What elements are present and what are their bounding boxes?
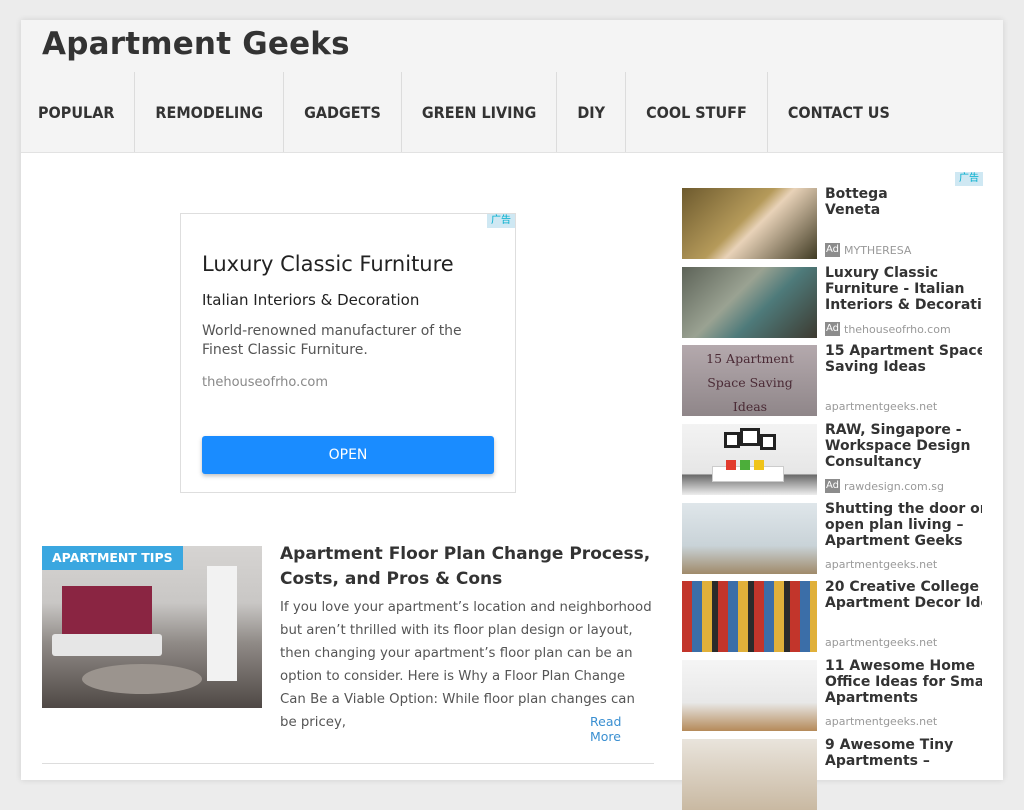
nav-contact-us[interactable]: CONTACT US	[768, 72, 910, 152]
source-text: rawdesign.com.sg	[844, 479, 944, 493]
thumb-sofa	[52, 634, 162, 656]
item-title[interactable]: Shutting the door on open plan living – …	[825, 501, 982, 549]
source-text: apartmentgeeks.net	[825, 715, 938, 728]
title-line: Apartments	[825, 690, 918, 706]
title-line: Workspace Design	[825, 438, 971, 454]
nav-remodeling[interactable]: REMODELING	[135, 72, 285, 152]
item-thumbnail[interactable]	[682, 660, 817, 731]
nav-gadgets[interactable]: GADGETS	[284, 72, 402, 152]
ad-tag: Ad	[825, 322, 840, 336]
item-thumbnail[interactable]	[682, 739, 817, 810]
item-title[interactable]: 11 Awesome Home Office Ideas for Sma Apa…	[825, 658, 982, 706]
item-thumbnail[interactable]	[682, 424, 817, 495]
main-ad[interactable]: 广告 Luxury Classic Furniture Italian Inte…	[180, 213, 516, 493]
item-source: apartmentgeeks.net	[825, 636, 937, 649]
thumb-pillow	[754, 460, 764, 470]
sidebar-item[interactable]: 15 Apartment Space Saving Ideas 15 Apart…	[682, 343, 982, 416]
ad-tag: Ad	[825, 243, 840, 257]
thumb-frame	[724, 432, 740, 448]
read-more-link[interactable]: Read More	[590, 714, 654, 744]
ad-url: thehouseofrho.com	[202, 375, 329, 390]
item-title[interactable]: 15 Apartment Space Saving Ideas	[825, 343, 982, 375]
title-line: Luxury Classic	[825, 265, 939, 281]
source-text: apartmentgeeks.net	[825, 636, 938, 649]
thumb-column	[207, 566, 237, 681]
thumb-frame	[760, 434, 776, 450]
sidebar-item[interactable]: RAW, Singapore - Workspace Design Consul…	[682, 422, 982, 495]
item-source: Ad rawdesign.com.sg	[825, 479, 944, 493]
title-line: 20 Creative College	[825, 579, 979, 595]
sidebar-item[interactable]: 20 Creative College Apartment Decor Ide …	[682, 579, 982, 652]
source-text: thehouseofrho.com	[844, 322, 951, 336]
post-divider	[42, 763, 654, 764]
source-text: apartmentgeeks.net	[825, 400, 938, 413]
item-title[interactable]: 9 Awesome Tiny Apartments –	[825, 737, 982, 769]
thumb-frame	[740, 428, 760, 446]
title-line: Veneta	[825, 202, 881, 218]
nav-green-living[interactable]: GREEN LIVING	[402, 72, 558, 152]
thumb-pillow	[726, 460, 736, 470]
item-title[interactable]: RAW, Singapore - Workspace Design Consul…	[825, 422, 982, 470]
title-line: 11 Awesome Home	[825, 658, 975, 674]
nav-cool-stuff[interactable]: COOL STUFF	[626, 72, 768, 152]
post-title[interactable]: Apartment Floor Plan Change Process, Cos…	[280, 542, 654, 592]
item-thumbnail[interactable]	[682, 503, 817, 574]
sidebar-item[interactable]: Shutting the door on open plan living – …	[682, 501, 982, 574]
source-text: apartmentgeeks.net	[825, 558, 938, 571]
item-source: apartmentgeeks.net	[825, 558, 937, 571]
title-line: 15 Apartment Space	[825, 343, 982, 359]
title-line: open plan living –	[825, 517, 964, 533]
ad-open-button[interactable]: OPEN	[202, 436, 494, 474]
category-badge[interactable]: APARTMENT TIPS	[42, 546, 183, 570]
ad-description: World-renowned manufacturer of the Fines…	[202, 323, 462, 358]
title-line: Office Ideas for Sma	[825, 674, 982, 690]
item-title[interactable]: Luxury Classic Furniture - Italian Inter…	[825, 265, 982, 313]
thumb-caption-line: Ideas	[732, 399, 768, 414]
item-thumbnail[interactable]	[682, 188, 817, 259]
title-line: 9 Awesome Tiny	[825, 737, 954, 753]
ad-badge: 广告	[487, 214, 515, 228]
sidebar-item[interactable]: 9 Awesome Tiny Apartments –	[682, 737, 982, 810]
site-header: Apartment Geeks POPULAR REMODELING GADGE…	[21, 20, 1003, 153]
item-source: apartmentgeeks.net	[825, 400, 937, 413]
item-title[interactable]: Bottega Veneta	[825, 186, 982, 218]
nav-popular[interactable]: POPULAR	[21, 72, 136, 152]
item-thumbnail[interactable]	[682, 581, 817, 652]
title-line: Apartments –	[825, 753, 930, 769]
title-line: Shutting the door on	[825, 501, 982, 517]
sidebar-item[interactable]: Luxury Classic Furniture - Italian Inter…	[682, 265, 982, 338]
item-title[interactable]: 20 Creative College Apartment Decor Ide	[825, 579, 982, 611]
item-source: Ad thehouseofrho.com	[825, 322, 951, 336]
sidebar-ad-badge: 广告	[955, 172, 983, 186]
post-thumbnail[interactable]: APARTMENT TIPS	[42, 546, 262, 708]
thumb-pillow	[740, 460, 750, 470]
thumb-caption-line: 15 Apartment	[706, 351, 794, 366]
title-line: Furniture - Italian	[825, 281, 965, 297]
source-text: MYTHERESA	[844, 243, 912, 257]
thumb-caption-line: Space Saving	[707, 375, 793, 390]
title-line: Consultancy	[825, 454, 922, 470]
title-line: Bottega	[825, 186, 888, 202]
nav-diy[interactable]: DIY	[557, 72, 627, 152]
title-line: Apartment Geeks	[825, 533, 963, 549]
item-source: apartmentgeeks.net	[825, 715, 937, 728]
ad-subtitle: Italian Interiors & Decoration	[202, 291, 420, 309]
thumb-wall	[62, 586, 152, 636]
title-line: Apartment Decor Ide	[825, 595, 982, 611]
item-thumbnail[interactable]	[682, 267, 817, 338]
title-line: Saving Ideas	[825, 359, 926, 375]
sidebar-item[interactable]: 11 Awesome Home Office Ideas for Sma Apa…	[682, 658, 982, 731]
ad-tag: Ad	[825, 479, 840, 493]
thumb-caption: 15 Apartment Space Saving Ideas	[700, 347, 800, 416]
title-line: RAW, Singapore -	[825, 422, 962, 438]
main-nav: POPULAR REMODELING GADGETS GREEN LIVING …	[21, 72, 910, 152]
thumb-rug	[82, 664, 202, 694]
page-container: Apartment Geeks POPULAR REMODELING GADGE…	[21, 20, 1003, 810]
title-line: Interiors & Decorati	[825, 297, 982, 313]
item-thumbnail[interactable]: 15 Apartment Space Saving Ideas	[682, 345, 817, 416]
site-title-link[interactable]: Apartment Geeks	[42, 26, 350, 62]
sidebar-item[interactable]: Bottega Veneta Ad MYTHERESA	[682, 186, 982, 259]
ad-title[interactable]: Luxury Classic Furniture	[202, 252, 454, 276]
item-source: Ad MYTHERESA	[825, 243, 911, 257]
